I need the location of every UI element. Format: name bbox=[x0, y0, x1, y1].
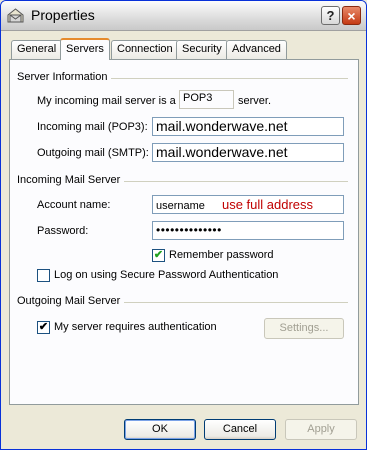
password-input[interactable]: •••••••••••••• bbox=[152, 221, 344, 240]
account-name-input[interactable]: username use full address bbox=[152, 195, 344, 214]
remember-password-checkbox[interactable]: ✔ bbox=[152, 249, 165, 262]
tab-servers[interactable]: Servers bbox=[60, 38, 110, 60]
spa-label: Log on using Secure Password Authenticat… bbox=[54, 269, 279, 281]
window-title: Properties bbox=[31, 7, 95, 23]
password-label: Password: bbox=[37, 225, 89, 237]
incoming-server-suffix: server. bbox=[238, 95, 272, 107]
mail-account-icon bbox=[7, 8, 24, 23]
close-button[interactable]: × bbox=[342, 6, 361, 25]
account-name-value: username bbox=[156, 200, 205, 212]
server-type-field: POP3 bbox=[179, 90, 234, 109]
remember-password-label: Remember password bbox=[169, 249, 274, 261]
help-button[interactable]: ? bbox=[321, 6, 340, 25]
outgoing-mail-label: Outgoing mail (SMTP): bbox=[37, 147, 149, 159]
properties-dialog: Properties ? × General Servers Connectio… bbox=[0, 0, 367, 450]
incoming-mail-input[interactable]: mail.wonderwave.net bbox=[152, 117, 344, 136]
outgoing-server-heading: Outgoing Mail Server bbox=[17, 295, 125, 307]
settings-button[interactable]: Settings... bbox=[264, 318, 344, 339]
apply-button[interactable]: Apply bbox=[285, 419, 357, 440]
tab-advanced[interactable]: Advanced bbox=[226, 40, 287, 59]
outgoing-mail-input[interactable]: mail.wonderwave.net bbox=[152, 143, 344, 162]
server-auth-label: My server requires authentication bbox=[54, 321, 217, 333]
incoming-server-prefix: My incoming mail server is a bbox=[37, 95, 176, 107]
account-name-hint: use full address bbox=[221, 197, 314, 212]
servers-panel: Server Information My incoming mail serv… bbox=[9, 59, 359, 405]
cancel-button[interactable]: Cancel bbox=[204, 419, 276, 440]
spa-checkbox[interactable] bbox=[37, 269, 50, 282]
tab-security[interactable]: Security bbox=[176, 40, 228, 59]
tab-general[interactable]: General bbox=[11, 40, 63, 59]
incoming-server-heading: Incoming Mail Server bbox=[17, 174, 125, 186]
server-auth-checkbox[interactable]: ✔ bbox=[37, 321, 50, 334]
account-name-label: Account name: bbox=[37, 199, 111, 211]
title-bar[interactable]: Properties ? × bbox=[1, 1, 366, 31]
server-info-heading: Server Information bbox=[17, 71, 112, 83]
incoming-mail-label: Incoming mail (POP3): bbox=[37, 121, 148, 133]
tab-connection[interactable]: Connection bbox=[111, 40, 179, 59]
ok-button[interactable]: OK bbox=[124, 419, 196, 440]
